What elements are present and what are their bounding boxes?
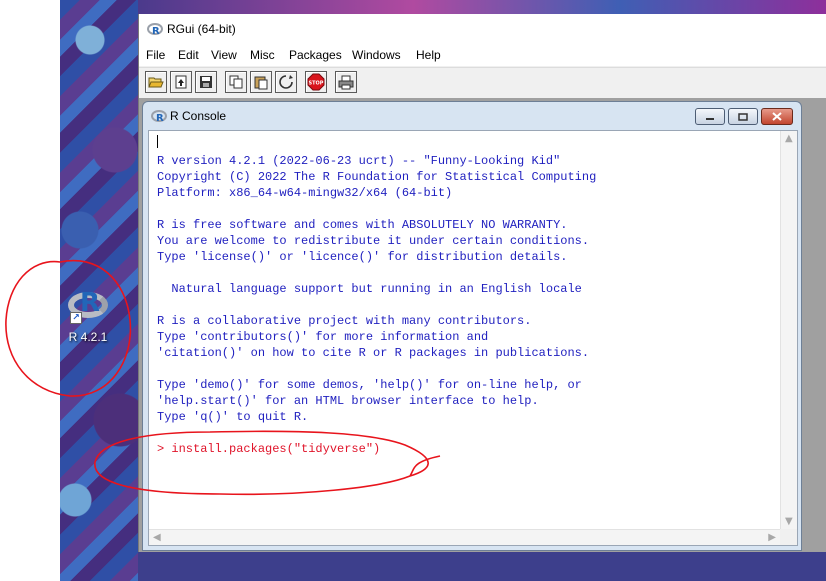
maximize-icon [738,112,748,121]
toolbar: STOP [139,67,826,97]
rgui-window: R RGui (64-bit) File Edit View Misc Pack… [138,14,826,552]
load-workspace-button[interactable] [170,71,192,93]
scroll-right-icon[interactable]: ▶ [768,532,776,543]
save-workspace-button[interactable] [195,71,217,93]
console-line: Natural language support but running in … [157,282,582,296]
r-logo-icon: R ↗ [66,288,110,324]
page-margin [0,0,60,581]
console-command-line: > install.packages("tidyverse") [157,442,381,456]
copy-paste-icon [279,75,293,89]
svg-text:R: R [156,113,164,123]
console-line: R is free software and comes with ABSOLU… [157,218,568,232]
desktop-wallpaper-bottom [138,552,826,581]
minimize-button[interactable] [695,108,725,125]
console-line: Platform: x86_64-w64-mingw32/x64 (64-bit… [157,186,453,200]
mdi-workspace: R R Console R version 4.2.1 (2022-06-23 [139,98,826,552]
resize-grip-icon[interactable] [780,529,797,545]
shortcut-label: R 4.2.1 [68,330,108,344]
console-line: Type 'contributors()' for more informati… [157,330,489,344]
menu-bar: File Edit View Misc Packages Windows Hel… [139,44,826,66]
console-line: R is a collaborative project with many c… [157,314,532,328]
console-line: Copyright (C) 2022 The R Foundation for … [157,170,597,184]
menu-misc[interactable]: Misc [250,48,275,62]
r-desktop-shortcut[interactable]: R ↗ R 4.2.1 [58,288,118,344]
maximize-button[interactable] [728,108,758,125]
menu-windows[interactable]: Windows [352,48,401,62]
paste-icon [254,76,268,90]
menu-view[interactable]: View [211,48,237,62]
console-line: 'help.start()' for an HTML browser inter… [157,394,539,408]
horizontal-scrollbar[interactable]: ◀ ▶ [149,529,780,545]
window-title: RGui (64-bit) [167,22,236,36]
scroll-down-icon[interactable]: ▼ [785,516,793,527]
paste-button[interactable] [250,71,272,93]
svg-text:R: R [152,26,160,36]
console-line: 'citation()' on how to cite R or R packa… [157,346,590,360]
copy-button[interactable] [225,71,247,93]
stop-icon: STOP [307,73,325,91]
console-line: Type 'license()' or 'licence()' for dist… [157,250,568,264]
minimize-icon [706,117,714,120]
copy-paste-button[interactable] [275,71,297,93]
stop-icon-text: STOP [309,81,324,87]
desktop-wallpaper-top [138,0,826,14]
r-app-icon: R [147,23,163,36]
menu-packages[interactable]: Packages [289,48,342,62]
r-console-window: R R Console R version 4.2.1 (2022-06-23 [142,101,802,551]
r-console-icon: R [151,110,167,123]
menu-file[interactable]: File [146,48,165,62]
load-workspace-icon [175,75,187,89]
print-button[interactable] [335,71,357,93]
vertical-scrollbar[interactable]: ▲ ▼ [780,131,797,529]
console-titlebar[interactable]: R R Console [143,102,801,130]
console-line: R version 4.2.1 (2022-06-23 ucrt) -- "Fu… [157,154,561,168]
open-script-button[interactable] [145,71,167,93]
open-script-icon [148,77,164,88]
close-button[interactable] [761,108,793,125]
copy-icon [229,75,243,89]
console-line: You are welcome to redistribute it under… [157,234,590,248]
console-output-area[interactable]: R version 4.2.1 (2022-06-23 ucrt) -- "Fu… [148,130,798,546]
menu-help[interactable]: Help [416,48,441,62]
console-line: Type 'demo()' for some demos, 'help()' f… [157,378,582,392]
shortcut-arrow-icon: ↗ [70,312,82,324]
console-line: Type 'q()' to quit R. [157,410,309,424]
console-text[interactable]: R version 4.2.1 (2022-06-23 ucrt) -- "Fu… [157,131,777,529]
menu-edit[interactable]: Edit [178,48,199,62]
save-workspace-icon [200,76,212,88]
rgui-titlebar[interactable]: R RGui (64-bit) [139,14,826,44]
scroll-left-icon[interactable]: ◀ [153,532,161,543]
console-title: R Console [170,109,227,123]
print-icon [338,75,354,90]
text-cursor [157,135,158,148]
stop-button[interactable]: STOP [305,71,327,93]
scroll-up-icon[interactable]: ▲ [785,133,793,144]
close-icon [772,112,782,121]
